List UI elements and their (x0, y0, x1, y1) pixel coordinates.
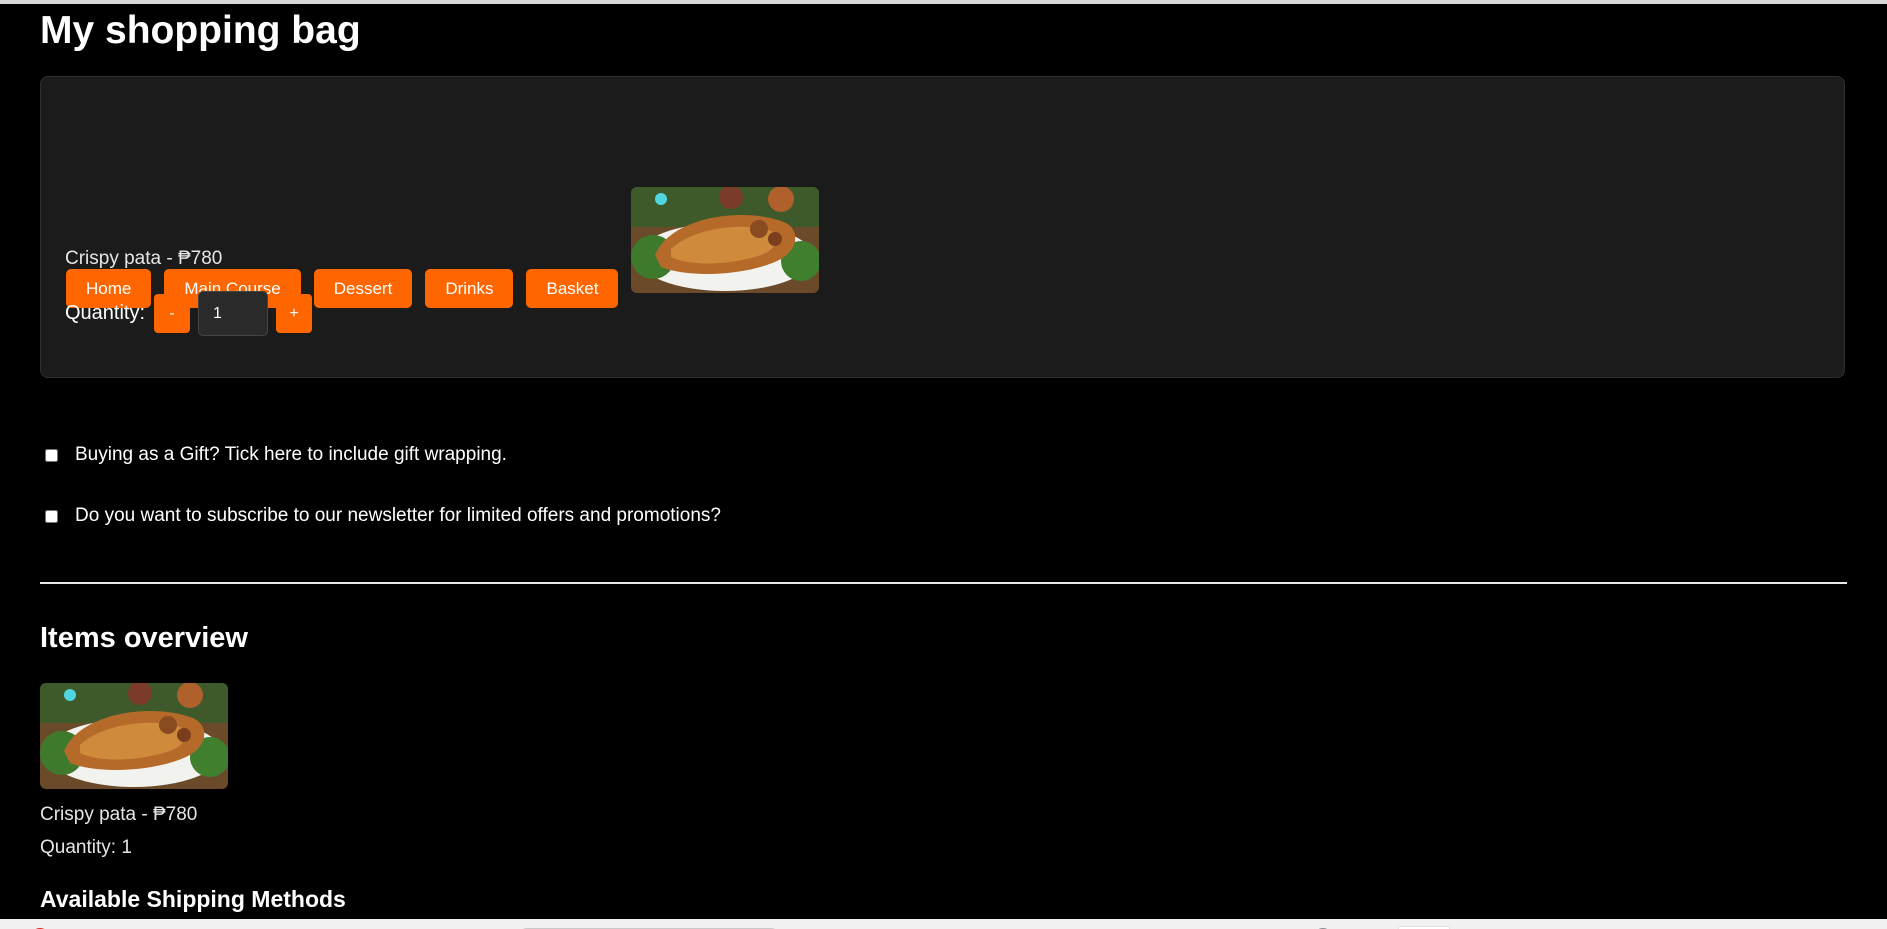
shipping-methods-heading: Available Shipping Methods (40, 886, 346, 912)
section-divider (40, 582, 1847, 584)
quantity-label: Quantity: (65, 302, 146, 324)
shopping-bag-page: My shopping bag Home Main Course Dessert… (0, 0, 1887, 929)
page-title: My shopping bag (40, 9, 361, 52)
product-image (631, 187, 820, 293)
newsletter-option[interactable]: Do you want to subscribe to our newslett… (45, 505, 721, 527)
bag-item-text: Crispy pata - ₱780 (65, 248, 223, 269)
gift-wrap-option[interactable]: Buying as a Gift? Tick here to include g… (45, 444, 507, 466)
overview-quantity-text: Quantity: 1 (40, 837, 132, 858)
bottom-taskbar-strip (0, 919, 1887, 929)
decrement-quantity-button[interactable]: - (154, 294, 191, 333)
newsletter-checkbox[interactable] (45, 509, 58, 523)
nav-basket-button[interactable]: Basket (526, 269, 619, 308)
nav-dessert-button[interactable]: Dessert (313, 269, 413, 308)
overview-product-image (40, 683, 228, 789)
quantity-row: Quantity: - + (65, 291, 313, 336)
overview-item-text: Crispy pata - ₱780 (40, 804, 198, 825)
gift-wrap-checkbox[interactable] (45, 448, 58, 462)
gift-wrap-label: Buying as a Gift? Tick here to include g… (75, 444, 507, 465)
nav-drinks-button[interactable]: Drinks (425, 269, 514, 308)
quantity-input[interactable] (198, 291, 269, 336)
newsletter-label: Do you want to subscribe to our newslett… (75, 505, 721, 526)
items-overview-heading: Items overview (40, 622, 248, 654)
increment-quantity-button[interactable]: + (276, 294, 313, 333)
